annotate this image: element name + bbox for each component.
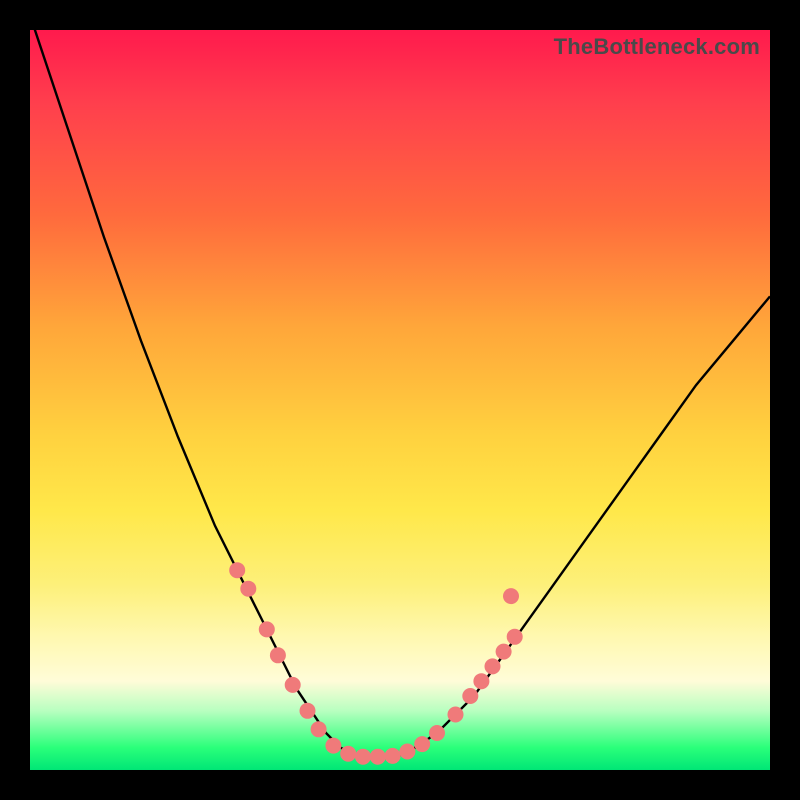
curve-dot bbox=[414, 736, 430, 752]
curve-dot bbox=[229, 562, 245, 578]
curve-dot bbox=[485, 658, 501, 674]
curve-dot bbox=[325, 738, 341, 754]
curve-dot bbox=[473, 673, 489, 689]
chart-frame: TheBottleneck.com bbox=[0, 0, 800, 800]
curve-dot bbox=[429, 725, 445, 741]
curve-dot bbox=[340, 746, 356, 762]
chart-svg bbox=[30, 30, 770, 770]
curve-dot bbox=[385, 748, 401, 764]
curve-dot bbox=[448, 707, 464, 723]
chart-plot-area: TheBottleneck.com bbox=[30, 30, 770, 770]
curve-dot bbox=[311, 721, 327, 737]
curve-dot bbox=[399, 744, 415, 760]
curve-line bbox=[30, 30, 770, 755]
curve-dot bbox=[507, 629, 523, 645]
curve-dot bbox=[462, 688, 478, 704]
curve-dot bbox=[355, 749, 371, 765]
curve-dot bbox=[240, 581, 256, 597]
curve-dot bbox=[285, 677, 301, 693]
curve-dot bbox=[496, 644, 512, 660]
curve-dot bbox=[270, 647, 286, 663]
curve-dot bbox=[370, 749, 386, 765]
curve-dots-group bbox=[229, 562, 523, 765]
curve-dot bbox=[259, 621, 275, 637]
curve-dot bbox=[503, 588, 519, 604]
curve-dot bbox=[300, 703, 316, 719]
